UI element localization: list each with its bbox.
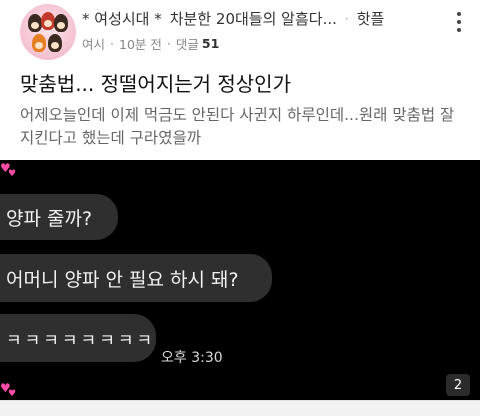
chat-screenshot-image[interactable]: ♥ ♥ 양파 줄까? 어머니 양파 안 필요 하시 돼? ㅋㅋㅋㅋㅋㅋㅋㅋ 오후…	[0, 160, 480, 400]
board-avatar[interactable]	[20, 4, 76, 60]
separator: ·	[344, 11, 349, 26]
board-name[interactable]: * 여성시대 *	[82, 8, 162, 29]
board-line: * 여성시대 * 차분한 20대들의 알흠다... · 핫플	[82, 8, 384, 29]
post-snippet: 차분한 20대들의 알흠다...	[169, 10, 337, 28]
post-body: 어제오늘인데 이제 먹금도 안된다 사귄지 하루인데...원래 맞춤법 잘 지킨…	[20, 106, 455, 147]
chat-timestamp: 오후 3:30	[161, 350, 223, 366]
comments-label[interactable]: 댓글	[176, 34, 199, 53]
post-title: 맞춤법... 정떨어지는거 정상인가	[20, 72, 291, 96]
meta-separator: ·	[166, 36, 171, 51]
author-name[interactable]: 여시	[82, 34, 105, 53]
chat-bubble: ㅋㅋㅋㅋㅋㅋㅋㅋ	[0, 314, 156, 362]
post-meta: 여시 · 10분 전 · 댓글 51	[82, 34, 219, 53]
heart-icon: ♥	[8, 389, 17, 399]
comments-count[interactable]: 51	[202, 36, 219, 51]
post-header: * 여성시대 * 차분한 20대들의 알흠다... · 핫플 여시 · 10분 …	[0, 0, 480, 60]
chat-bubble: 어머니 양파 안 필요 하시 돼?	[0, 254, 272, 302]
next-image-edge	[0, 400, 480, 416]
heart-icon: ♥	[8, 169, 17, 179]
post-time: 10분 전	[119, 37, 162, 52]
meta-separator: ·	[110, 36, 114, 51]
image-page-indicator: 2	[446, 374, 470, 396]
channel-label[interactable]: 핫플	[357, 8, 385, 29]
chat-bubble: 양파 줄까?	[0, 194, 118, 240]
more-options-icon[interactable]	[450, 10, 468, 34]
